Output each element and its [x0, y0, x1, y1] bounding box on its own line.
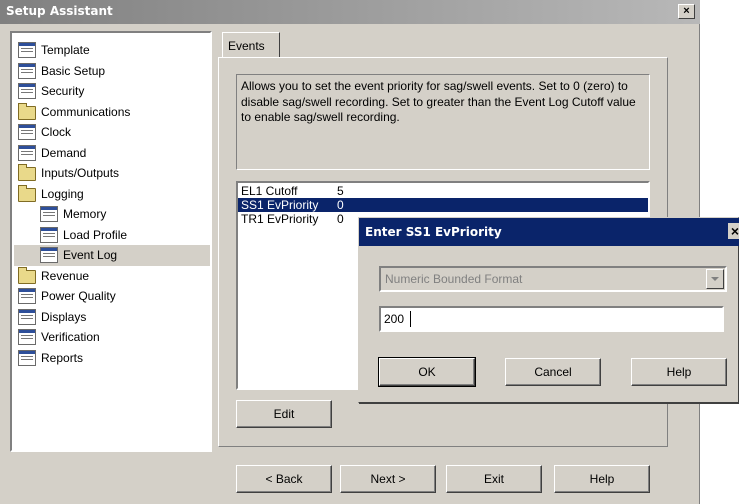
tree-item-logging[interactable]: Logging [14, 184, 210, 205]
value-input[interactable]: 200 [379, 306, 724, 332]
dialog-title: Enter SS1 EvPriority [365, 225, 502, 239]
dialog-close-icon[interactable]: × [728, 223, 739, 239]
tree-item-label: Inputs/Outputs [41, 166, 120, 181]
tree-item-template[interactable]: Template [14, 40, 210, 61]
tree-item-event-log[interactable]: Event Log [14, 245, 210, 266]
format-select[interactable]: Numeric Bounded Format [379, 266, 727, 292]
list-item-key: TR1 EvPriority [241, 212, 319, 226]
folder-icon [18, 266, 36, 284]
list-item[interactable]: SS1 EvPriority 0 [238, 198, 648, 212]
edit-button[interactable]: Edit [236, 400, 332, 428]
page-icon [18, 308, 36, 325]
tree-item-label: Basic Setup [41, 63, 106, 78]
next-button[interactable]: Next > [340, 465, 436, 493]
page-icon [18, 329, 36, 346]
tree-item-label: Clock [41, 125, 72, 140]
page-icon [40, 206, 58, 223]
page-icon [40, 247, 58, 264]
tree-item-label: Communications [41, 104, 131, 119]
tree-items: Template Basic Setup Security Communication… [14, 40, 210, 368]
page-icon [18, 124, 36, 141]
page-icon [18, 42, 36, 59]
tree-item-reports[interactable]: Reports [14, 348, 210, 369]
page-icon [18, 83, 36, 100]
cancel-button[interactable]: Cancel [505, 358, 601, 386]
tree-item-label: Power Quality [41, 289, 116, 304]
tree-item-label: Event Log [63, 248, 118, 263]
description-text: Allows you to set the event priority for… [236, 74, 650, 170]
tree-item-label: Revenue [41, 268, 90, 283]
tree-item-inputs-outputs[interactable]: Inputs/Outputs [14, 163, 210, 184]
tree-item-verification[interactable]: Verification [14, 327, 210, 348]
tree-item-label: Displays [41, 309, 87, 324]
tree-item-label: Logging [41, 186, 84, 201]
list-item-value: 0 [337, 198, 344, 212]
window-title: Setup Assistant [6, 4, 113, 18]
ok-button[interactable]: OK [378, 357, 476, 387]
tab-events[interactable]: Events [222, 32, 280, 58]
tree-item-label: Security [41, 84, 85, 99]
enter-value-dialog: Enter SS1 EvPriority × Numeric Bounded F… [358, 217, 739, 403]
page-icon [18, 288, 36, 305]
list-item-value: 5 [337, 184, 344, 198]
tree-item-label: Load Profile [63, 227, 128, 242]
tree-item-label: Reports [41, 350, 84, 365]
tree-item-load-profile[interactable]: Load Profile [14, 225, 210, 246]
tree-item-power-quality[interactable]: Power Quality [14, 286, 210, 307]
chevron-down-icon[interactable] [706, 269, 724, 289]
title-bar[interactable]: Setup Assistant × [0, 0, 700, 24]
page-icon [40, 226, 58, 243]
list-item-value: 0 [337, 212, 344, 226]
tree-item-label: Template [41, 43, 90, 58]
tree-item-basic-setup[interactable]: Basic Setup [14, 61, 210, 82]
value-input-text: 200 [384, 312, 405, 326]
tree-item-memory[interactable]: Memory [14, 204, 210, 225]
close-icon[interactable]: × [678, 4, 695, 19]
exit-button[interactable]: Exit [446, 465, 542, 493]
list-item-key: EL1 Cutoff [241, 184, 298, 198]
tab-events-label: Events [228, 39, 265, 53]
list-item[interactable]: EL1 Cutoff 5 [238, 184, 648, 198]
folder-icon [18, 102, 36, 120]
navigation-tree: Template Basic Setup Security Communication… [10, 31, 212, 452]
dialog-title-bar[interactable]: Enter SS1 EvPriority × [359, 218, 739, 246]
list-item-key: SS1 EvPriority [241, 198, 319, 212]
tree-item-security[interactable]: Security [14, 81, 210, 102]
help-button[interactable]: Help [554, 465, 650, 493]
tree-item-label: Verification [41, 330, 100, 345]
text-cursor [410, 311, 411, 327]
format-select-value: Numeric Bounded Format [385, 272, 523, 286]
tree-item-label: Demand [41, 145, 87, 160]
folder-icon [18, 184, 36, 202]
page-icon [18, 349, 36, 366]
back-button[interactable]: < Back [236, 465, 332, 493]
tree-item-displays[interactable]: Displays [14, 307, 210, 328]
page-icon [18, 144, 36, 161]
tree-item-revenue[interactable]: Revenue [14, 266, 210, 287]
tree-item-communications[interactable]: Communications [14, 102, 210, 123]
tree-item-demand[interactable]: Demand [14, 143, 210, 164]
page-icon [18, 62, 36, 79]
tree-item-clock[interactable]: Clock [14, 122, 210, 143]
folder-icon [18, 164, 36, 182]
tree-item-label: Memory [63, 207, 107, 222]
dialog-help-button[interactable]: Help [631, 358, 727, 386]
